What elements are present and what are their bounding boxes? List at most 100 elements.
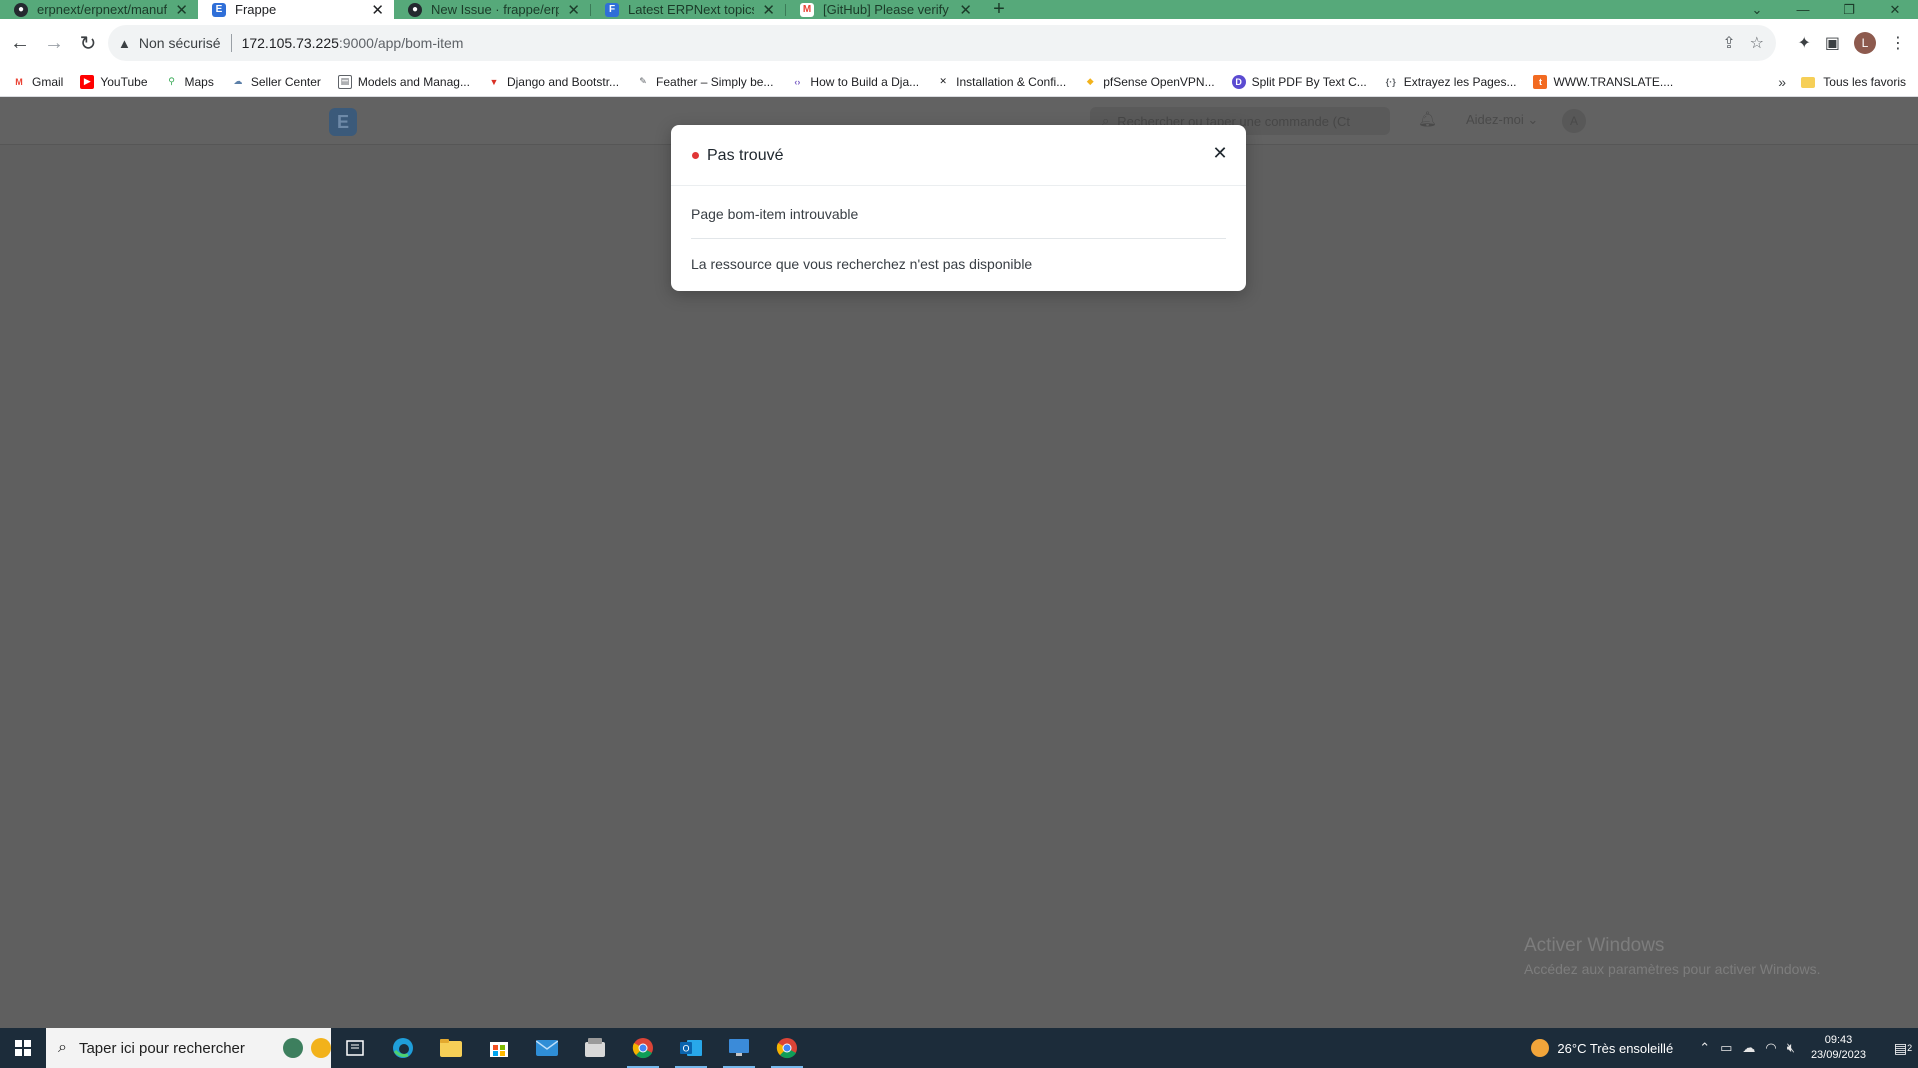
edge-icon[interactable] <box>379 1028 427 1068</box>
url-text[interactable]: 172.105.73.225:9000/app/bom-item <box>242 35 464 51</box>
close-icon[interactable]: ✕ <box>175 1 188 19</box>
microsoft-store-icon[interactable] <box>475 1028 523 1068</box>
bookmark-label: pfSense OpenVPN... <box>1103 74 1215 89</box>
bookmark-feather[interactable]: ✎ Feather – Simply be... <box>636 74 773 89</box>
tab-erpnext-forum[interactable]: F Latest ERPNext topics - Frappe F ✕ <box>591 0 785 19</box>
notification-count: 2 <box>1907 1043 1913 1053</box>
address-bar[interactable]: ▲ Non sécurisé 172.105.73.225:9000/app/b… <box>108 25 1776 61</box>
minimize-icon[interactable]: — <box>1780 0 1826 19</box>
tab-new-issue[interactable]: ● New Issue · frappe/erpnext ✕ <box>394 0 590 19</box>
bookmark-extrayez[interactable]: {·} Extrayez les Pages... <box>1383 74 1516 89</box>
clock-time: 09:43 <box>1824 1034 1853 1046</box>
close-icon[interactable]: ✕ <box>959 1 972 19</box>
close-icon[interactable]: ✕ <box>1208 141 1232 165</box>
app-icon[interactable] <box>571 1028 619 1068</box>
watermark-title: Activer Windows <box>1524 935 1665 956</box>
tab-search-icon[interactable]: ⌄ <box>1734 0 1780 19</box>
globe-icon <box>283 1038 303 1058</box>
bookmark-installation[interactable]: ✕ Installation & Confi... <box>936 74 1067 89</box>
bookmark-label: YouTube <box>100 74 148 89</box>
bookmark-seller-center[interactable]: ☁ Seller Center <box>230 74 321 89</box>
search-icon: ⌕ <box>58 1039 67 1056</box>
vuetify-icon: ▼ <box>486 74 501 89</box>
tab-strip: ● erpnext/erpnext/manufacturing/... ✕ E … <box>0 0 1918 20</box>
bookmark-youtube[interactable]: ▶ YouTube <box>80 74 148 89</box>
seller-center-icon: ☁ <box>230 74 245 89</box>
tab-github-verify[interactable]: M [GitHub] Please verify your devic ✕ <box>786 0 982 19</box>
remote-desktop-icon[interactable] <box>715 1028 763 1068</box>
close-icon[interactable]: ✕ <box>762 1 775 19</box>
weather-widget[interactable]: 26°C Très ensoleillé <box>1531 1039 1673 1057</box>
bookmark-label: Installation & Confi... <box>956 74 1067 89</box>
network-icon[interactable]: ◠ <box>1765 1040 1776 1056</box>
meet-now-icon[interactable]: ▭ <box>1720 1040 1732 1056</box>
bookmark-gmail[interactable]: M Gmail <box>12 74 64 89</box>
volume-muted-icon[interactable]: 🔇︎ <box>1787 1040 1795 1056</box>
profile-avatar[interactable]: L <box>1854 32 1876 54</box>
github-icon: ● <box>408 2 422 17</box>
bookmark-build-django[interactable]: ‹› How to Build a Dja... <box>790 74 919 89</box>
bookmark-maps[interactable]: ⚲ Maps <box>164 74 214 89</box>
tab-github-manufacturing[interactable]: ● erpnext/erpnext/manufacturing/... ✕ <box>0 0 198 19</box>
notification-center-icon[interactable]: ▤ 2 <box>1888 1040 1918 1057</box>
not-found-dialog: Pas trouvé ✕ Page bom-item introuvable L… <box>671 125 1246 291</box>
security-label[interactable]: Non sécurisé <box>139 35 221 51</box>
bookmark-split-pdf[interactable]: D Split PDF By Text C... <box>1231 74 1367 89</box>
close-icon[interactable]: ✕ <box>371 1 384 19</box>
mail-icon[interactable] <box>523 1028 571 1068</box>
bookmark-models[interactable]: ▤ Models and Manag... <box>337 74 470 89</box>
bookmark-django[interactable]: ▼ Django and Bootstr... <box>486 74 619 89</box>
file-explorer-icon[interactable] <box>427 1028 475 1068</box>
restore-icon[interactable]: ❐ <box>1826 0 1872 19</box>
dialog-message-secondary: La ressource que vous recherchez n'est p… <box>691 256 1033 272</box>
side-panel-icon[interactable]: ▣ <box>1825 33 1840 53</box>
app-logo[interactable]: E <box>329 108 357 136</box>
chevron-down-icon: ⌄ <box>1527 112 1539 127</box>
url-path: :9000/app/bom-item <box>338 35 464 51</box>
new-tab-button[interactable]: + <box>982 0 1016 20</box>
bookmark-translate[interactable]: t WWW.TRANSLATE.... <box>1533 74 1673 89</box>
all-bookmarks-folder[interactable]: Tous les favoris <box>1801 67 1906 97</box>
chevron-up-icon[interactable]: ⌃ <box>1699 1040 1710 1056</box>
extensions-icon[interactable]: ✦ <box>1797 33 1810 53</box>
reload-icon[interactable]: ↻ <box>71 26 105 60</box>
url-host: 172.105.73.225 <box>241 35 339 51</box>
task-view-icon[interactable] <box>331 1028 379 1068</box>
sun-icon <box>1531 1039 1550 1057</box>
taskbar-search-box[interactable]: ⌕ Taper ici pour rechercher <box>46 1028 331 1068</box>
clock[interactable]: 09:43 23/09/2023 <box>1811 1033 1866 1063</box>
bookmark-label: Gmail <box>32 74 64 89</box>
chrome-icon[interactable] <box>763 1028 811 1068</box>
system-tray: 26°C Très ensoleillé ⌃ ▭ ☁ ◠ 🔇︎ 09:43 23… <box>1531 1028 1918 1068</box>
dialog-title: Pas trouvé <box>707 147 784 164</box>
weather-text: 26°C Très ensoleillé <box>1557 1040 1674 1056</box>
outlook-icon[interactable]: O <box>667 1028 715 1068</box>
menu-kebab-icon[interactable]: ⋮ <box>1890 33 1906 53</box>
windows-start-icon[interactable] <box>0 1028 46 1068</box>
share-icon[interactable]: ⇪ <box>1722 33 1735 53</box>
chrome-icon[interactable] <box>619 1028 667 1068</box>
close-icon[interactable]: ✕ <box>567 1 580 19</box>
code-icon: ‹› <box>790 74 805 89</box>
onedrive-icon[interactable]: ☁ <box>1742 1040 1755 1056</box>
bookmark-pfsense[interactable]: ◆ pfSense OpenVPN... <box>1083 74 1215 89</box>
dialog-header: Pas trouvé ✕ <box>671 125 1246 186</box>
help-dropdown[interactable]: Aidez-moi ⌄ <box>1466 112 1538 128</box>
feather-icon: ✎ <box>636 74 651 89</box>
github-icon: ● <box>14 2 28 17</box>
star-icon[interactable]: ☆ <box>1750 33 1764 53</box>
close-window-icon[interactable]: ✕ <box>1872 0 1918 19</box>
dialog-divider <box>691 238 1226 239</box>
back-arrow-icon[interactable]: ← <box>3 26 37 60</box>
forward-arrow-icon[interactable]: → <box>37 26 71 60</box>
bell-icon[interactable]: 🔔︎ <box>1418 110 1437 128</box>
warning-icon[interactable]: ▲ <box>118 36 131 51</box>
x-logo-icon: ✕ <box>936 74 951 89</box>
taskbar-search-placeholder: Taper ici pour rechercher <box>78 1039 245 1057</box>
clock-date: 23/09/2023 <box>1810 1049 1866 1061</box>
tab-frappe[interactable]: E Frappe ✕ <box>198 0 394 19</box>
bookmarks-overflow-icon[interactable]: » <box>1778 67 1786 97</box>
bracket-icon: {·} <box>1383 74 1398 89</box>
user-avatar[interactable]: A <box>1562 109 1586 133</box>
bookmark-label: Split PDF By Text C... <box>1251 74 1367 89</box>
